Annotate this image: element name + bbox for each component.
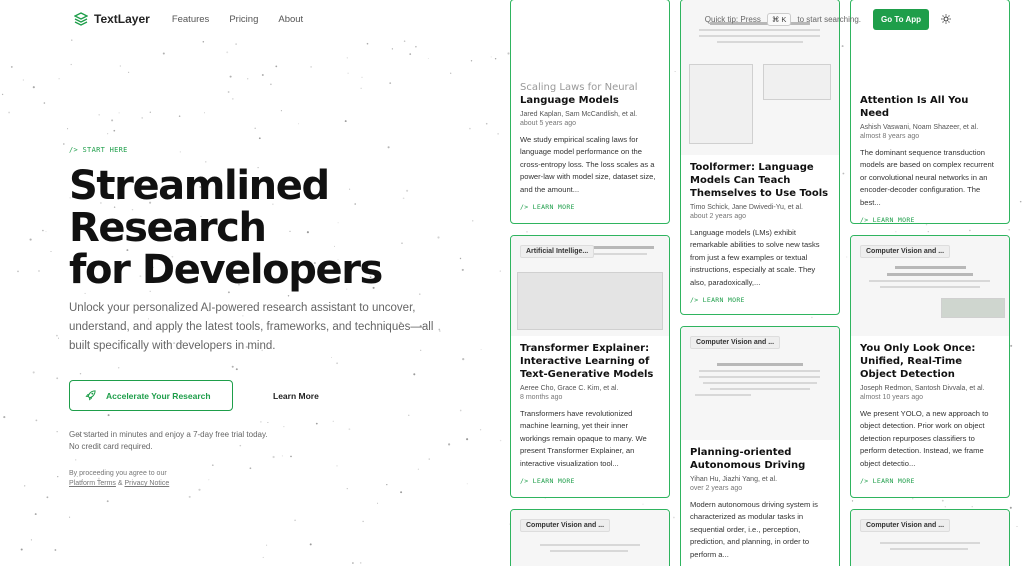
- paper-date: over 2 years ago: [690, 485, 743, 492]
- paper-authors: Jared Kaplan, Sam McCandlish, et al.: [520, 111, 638, 118]
- nav-features[interactable]: Features: [172, 14, 210, 25]
- paper-thumb-title: Scaling Laws for Neural: [520, 82, 638, 93]
- paper-card[interactable]: Computer Vision and ... You Only Look On…: [850, 235, 1010, 498]
- paper-thumbnail: Computer Vision and ...: [851, 236, 1009, 336]
- paper-card[interactable]: Computer Vision and ... Planning-oriente…: [680, 326, 840, 566]
- trial-note: Get started in minutes and enjoy a 7-day…: [69, 429, 509, 453]
- category-chip: Artificial Intellige...: [520, 245, 595, 258]
- learn-more-link[interactable]: /> LEARN MORE: [520, 203, 660, 211]
- hero-title-line: Research: [69, 205, 267, 251]
- go-to-app-button[interactable]: Go To App: [873, 8, 929, 30]
- paper-date: 8 months ago: [520, 394, 563, 401]
- hero-title-line: Streamlined: [69, 163, 330, 209]
- legal-note: By proceeding you agree to our Platform …: [69, 469, 509, 489]
- cta-row: Accelerate Your Research Learn More: [69, 380, 509, 411]
- learn-more-link[interactable]: Learn More: [273, 391, 319, 401]
- category-chip: Computer Vision and ...: [690, 336, 781, 349]
- paper-thumbnail: Artificial Intellige...: [511, 236, 669, 336]
- paper-thumbnail: Computer Vision and ...: [511, 510, 669, 566]
- paper-abstract: Transformers have revolutionized machine…: [520, 409, 647, 468]
- paper-authors: Ashish Vaswani, Noam Shazeer, et al.: [860, 124, 979, 131]
- paper-title: Planning-oriented Autonomous Driving: [690, 447, 806, 471]
- paper-title: Transformer Explainer: Interactive Learn…: [520, 343, 654, 380]
- paper-date: almost 10 years ago: [860, 394, 924, 401]
- paper-date: about 5 years ago: [520, 120, 577, 127]
- paper-abstract: Language models (LMs) exhibit remarkable…: [690, 228, 820, 287]
- paper-title: Toolformer: Language Models Can Teach Th…: [690, 162, 829, 199]
- nav-about[interactable]: About: [278, 14, 303, 25]
- paper-card[interactable]: Computer Vision and ...: [510, 509, 670, 566]
- privacy-notice-link[interactable]: Privacy Notice: [125, 480, 170, 487]
- paper-abstract: We present YOLO, a new approach to objec…: [860, 409, 989, 468]
- paper-card[interactable]: Artificial Intellige... Transformer Expl…: [510, 235, 670, 498]
- paper-abstract: The dominant sequence transduction model…: [860, 148, 994, 207]
- paper-authors: Timo Schick, Jane Dwivedi-Yu, et al.: [690, 204, 803, 211]
- paper-title: Attention Is All You Need: [860, 95, 969, 119]
- main-nav: Features Pricing About: [172, 14, 303, 25]
- paper-date: almost 8 years ago: [860, 133, 920, 140]
- paper-abstract: We study empirical scaling laws for lang…: [520, 135, 656, 194]
- quick-tip-prefix: Quick tip: Press: [704, 14, 761, 24]
- learn-more-link[interactable]: /> LEARN MORE: [860, 477, 1000, 485]
- paper-authors: Aeree Cho, Grace C. Kim, et al.: [520, 385, 619, 392]
- paper-authors: Yihan Hu, Jiazhi Yang, et al.: [690, 476, 778, 483]
- hero-section: /> START HERE Streamlined Research for D…: [69, 146, 509, 489]
- rocket-icon: [85, 390, 96, 401]
- trial-line: Get started in minutes and enjoy a 7-day…: [69, 430, 268, 439]
- paper-thumbnail: Computer Vision and ...: [681, 327, 839, 440]
- learn-more-link[interactable]: /> LEARN MORE: [520, 477, 660, 485]
- paper-title: Language Models: [520, 95, 619, 106]
- nav-pricing[interactable]: Pricing: [229, 14, 258, 25]
- accelerate-research-button[interactable]: Accelerate Your Research: [69, 380, 233, 411]
- hero-title-line: for Developers: [69, 247, 383, 293]
- logo[interactable]: TextLayer: [74, 12, 150, 26]
- logo-text: TextLayer: [94, 12, 150, 26]
- paper-abstract: Modern autonomous driving system is char…: [690, 500, 818, 559]
- search-shortcut-key: ⌘ K: [766, 12, 792, 26]
- paper-card[interactable]: Toolformer: Language Models Can Teach Th…: [680, 0, 840, 315]
- paper-authors: Joseph Redmon, Santosh Divvala, et al.: [860, 385, 985, 392]
- category-chip: Computer Vision and ...: [860, 519, 951, 532]
- eyebrow-label: /> START HERE: [69, 146, 128, 154]
- hero-title: Streamlined Research for Developers: [69, 165, 509, 291]
- legal-and: &: [117, 480, 123, 487]
- hero-subtitle: Unlock your personalized AI-powered rese…: [69, 302, 434, 352]
- paper-card[interactable]: Computer Vision and ...: [850, 509, 1010, 566]
- paper-date: about 2 years ago: [690, 213, 747, 220]
- platform-terms-link[interactable]: Platform Terms: [69, 480, 116, 487]
- quick-tip-suffix: to start searching.: [797, 14, 861, 24]
- top-navigation: TextLayer Features Pricing About Quick t…: [0, 0, 1024, 38]
- header-actions: Quick tip: Press ⌘ K to start searching.…: [704, 8, 951, 30]
- layers-icon: [74, 12, 88, 26]
- category-chip: Computer Vision and ...: [860, 245, 951, 258]
- category-chip: Computer Vision and ...: [520, 519, 611, 532]
- accelerate-research-label: Accelerate Your Research: [106, 390, 211, 401]
- paper-title: You Only Look Once: Unified, Real-Time O…: [860, 343, 976, 380]
- legal-prefix: By proceeding you agree to our: [69, 470, 167, 477]
- paper-thumbnail: Computer Vision and ...: [851, 510, 1009, 566]
- learn-more-link[interactable]: /> LEARN MORE: [690, 296, 830, 304]
- no-card-line: No credit card required.: [69, 442, 153, 451]
- learn-more-link[interactable]: /> LEARN MORE: [860, 216, 1000, 223]
- sun-icon[interactable]: [941, 14, 951, 24]
